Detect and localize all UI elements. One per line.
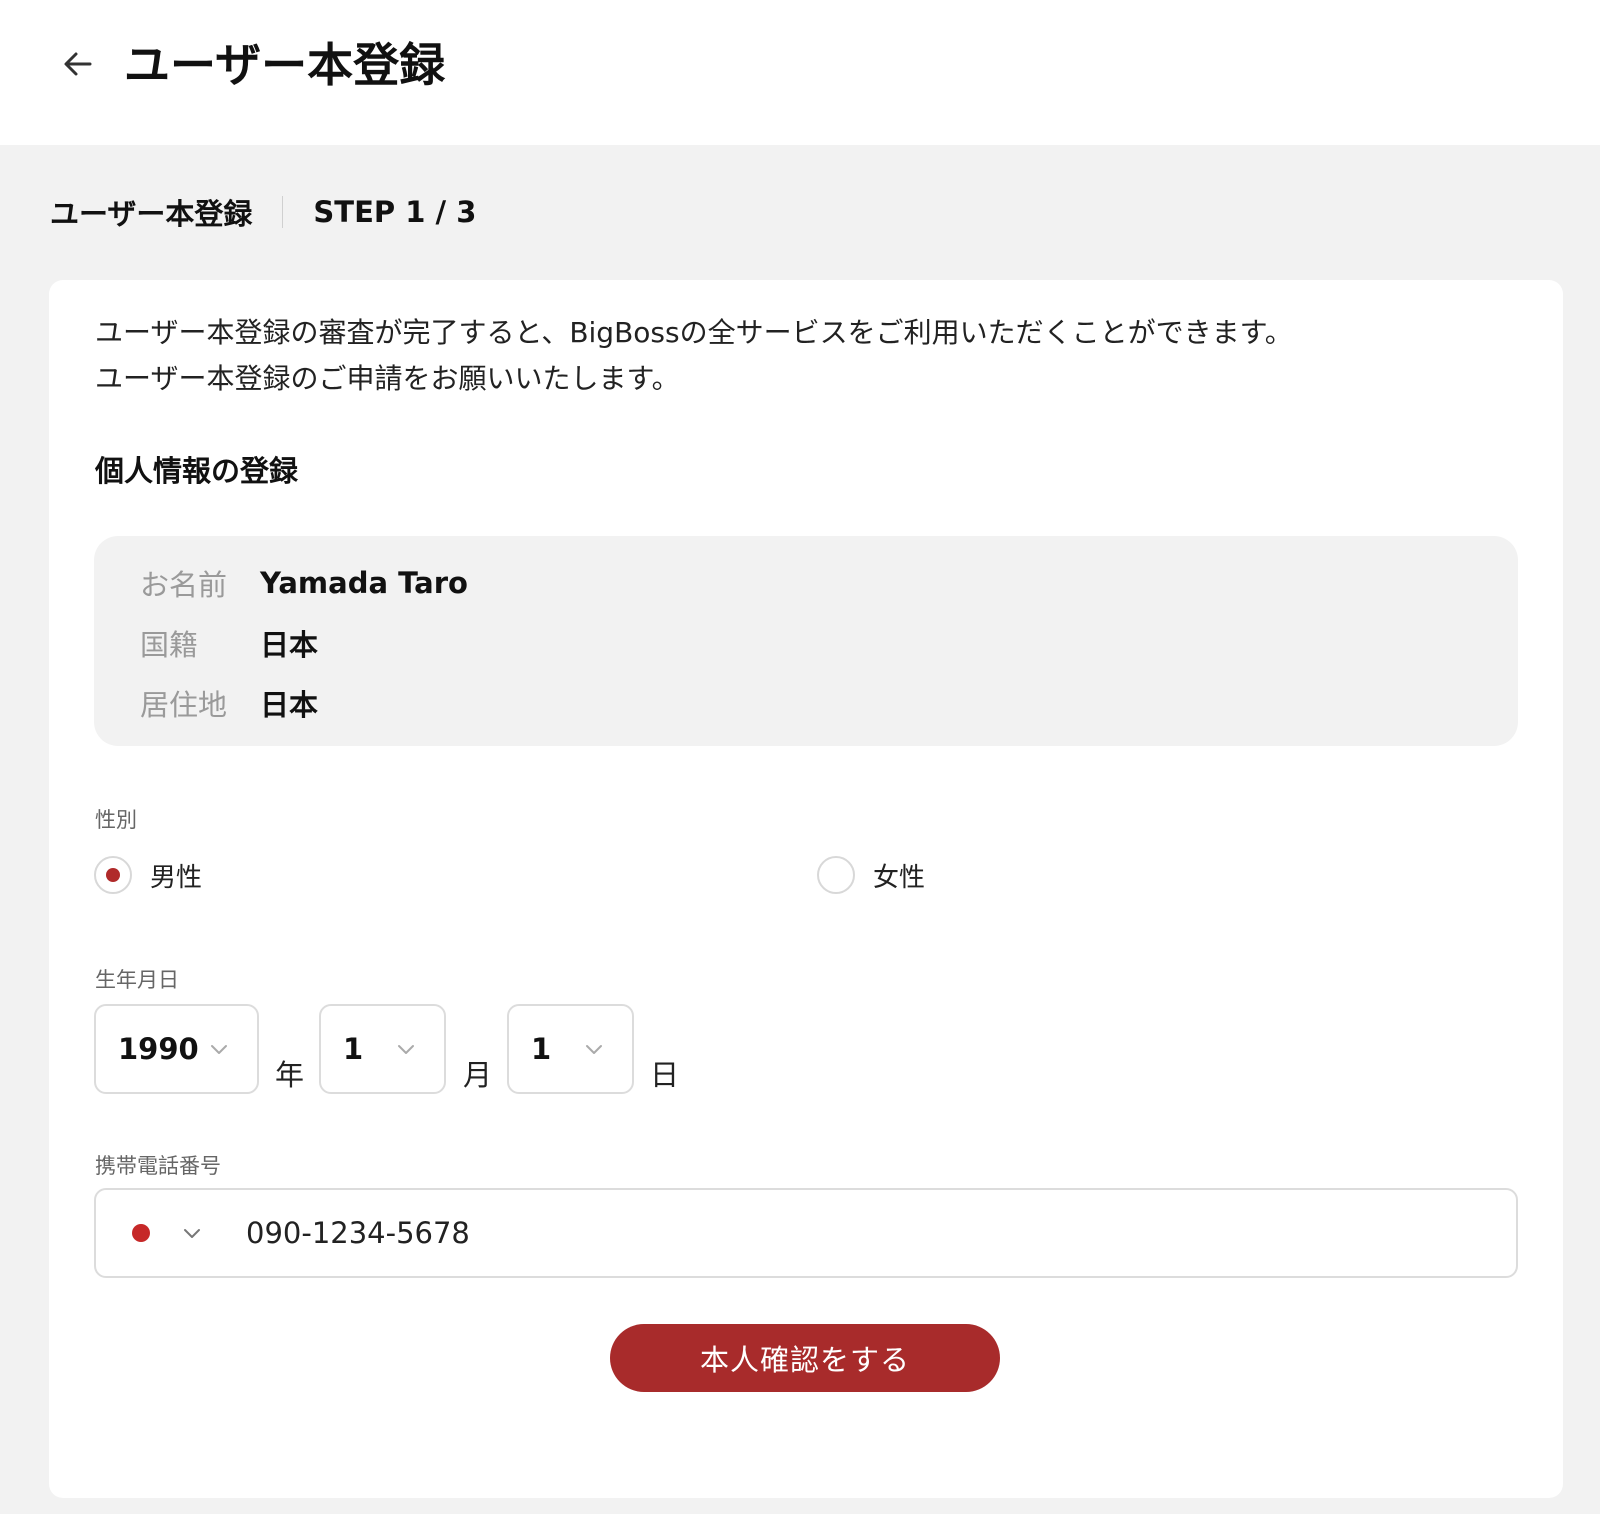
intro-line-2: ユーザー本登録のご申請をお願いいたします。 <box>95 362 680 395</box>
chevron-down-icon <box>184 1229 200 1238</box>
day-select[interactable]: 1 <box>507 1004 634 1094</box>
step-count: STEP 1 / 3 <box>313 195 477 229</box>
intro-line-1: ユーザー本登録の審査が完了すると、BigBossの全サービスをご利用いただくこと… <box>95 316 1293 349</box>
name-value: Yamada Taro <box>260 566 468 600</box>
chevron-down-icon <box>586 1045 602 1054</box>
nationality-value: 日本 <box>260 628 319 662</box>
day-value: 1 <box>531 1032 552 1066</box>
step-indicator: ユーザー本登録 STEP 1 / 3 <box>50 190 476 234</box>
intro-text: ユーザー本登録の審査が完了すると、BigBossの全サービスをご利用いただくこと… <box>95 310 1495 402</box>
info-row-nationality: 国籍 日本 <box>140 620 318 666</box>
gender-female-label: 女性 <box>873 862 926 893</box>
step-divider <box>282 196 284 228</box>
month-unit: 月 <box>463 1058 493 1092</box>
year-select[interactable]: 1990 <box>94 1004 259 1094</box>
month-select[interactable]: 1 <box>319 1004 446 1094</box>
day-unit: 日 <box>650 1058 680 1092</box>
residence-label: 居住地 <box>140 688 228 722</box>
country-code-select[interactable] <box>126 1210 216 1256</box>
verify-identity-button[interactable]: 本人確認をする <box>610 1324 1000 1392</box>
chevron-down-icon <box>211 1045 227 1054</box>
chevron-down-icon <box>398 1045 414 1054</box>
month-value: 1 <box>343 1032 364 1066</box>
header: ユーザー本登録 <box>0 0 1600 145</box>
radio-selected-dot <box>106 868 120 882</box>
nationality-label: 国籍 <box>140 628 199 662</box>
radio-circle-male[interactable] <box>94 856 132 894</box>
phone-field <box>94 1188 1518 1278</box>
dob-label: 生年月日 <box>95 968 179 992</box>
gender-label: 性別 <box>95 808 137 832</box>
year-unit: 年 <box>275 1058 305 1092</box>
name-label: お名前 <box>140 568 228 602</box>
radio-circle-female[interactable] <box>817 856 855 894</box>
arrow-left-icon[interactable] <box>60 46 96 82</box>
gender-radio-female[interactable]: 女性 <box>817 854 925 896</box>
year-value: 1990 <box>118 1032 199 1066</box>
gender-radio-male[interactable]: 男性 <box>94 854 202 896</box>
japan-flag-icon <box>132 1224 150 1242</box>
step-label: ユーザー本登録 <box>50 197 253 231</box>
personal-info-box: お名前 Yamada Taro 国籍 日本 居住地 日本 <box>94 536 1518 746</box>
phone-label: 携帯電話番号 <box>95 1154 221 1178</box>
residence-value: 日本 <box>260 688 319 722</box>
gender-male-label: 男性 <box>150 862 203 893</box>
info-row-residence: 居住地 日本 <box>140 680 318 726</box>
info-row-name: お名前 Yamada Taro <box>140 560 468 606</box>
phone-input[interactable] <box>246 1208 1446 1258</box>
page-title: ユーザー本登録 <box>124 38 446 92</box>
section-title: 個人情報の登録 <box>95 454 299 488</box>
registration-card: ユーザー本登録の審査が完了すると、BigBossの全サービスをご利用いただくこと… <box>49 280 1563 1498</box>
